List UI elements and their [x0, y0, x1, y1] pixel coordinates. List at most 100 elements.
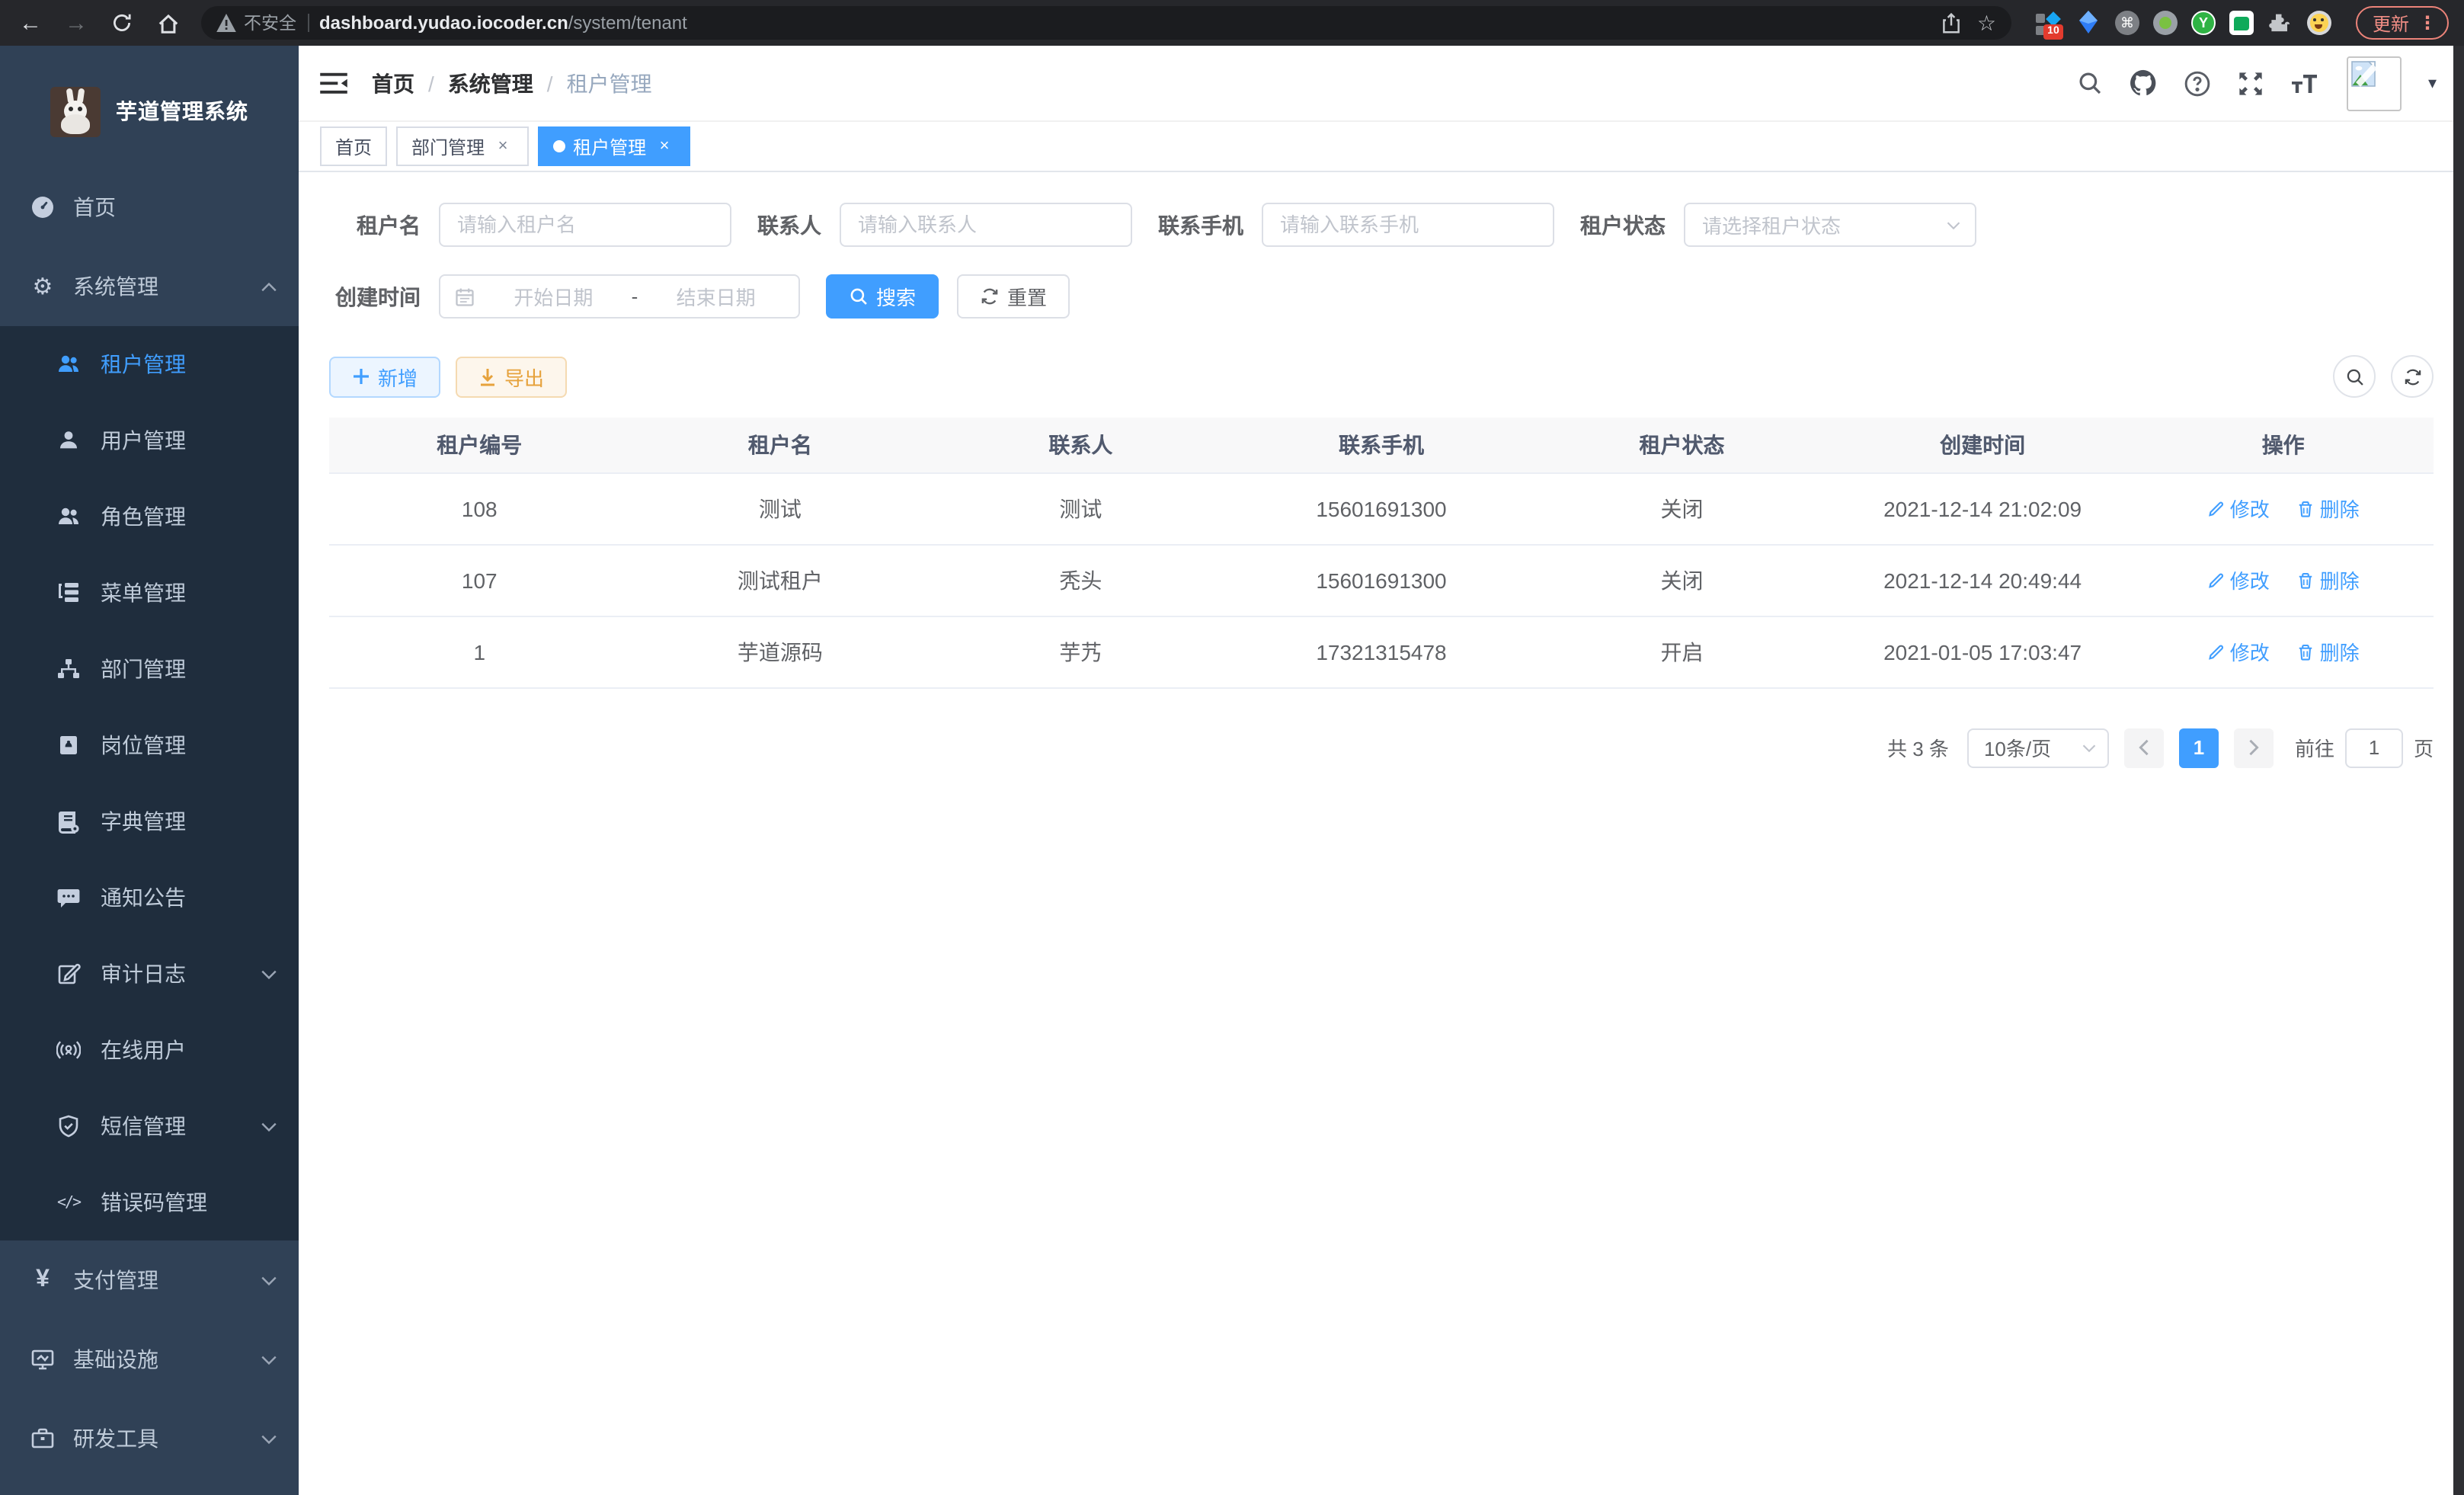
users-icon — [56, 504, 81, 529]
post-badge-icon — [56, 733, 81, 757]
edit-link[interactable]: 修改 — [2207, 565, 2270, 594]
online-signal-icon — [56, 1038, 81, 1062]
sidebar-item-menu[interactable]: 菜单管理 — [0, 555, 299, 631]
chevron-right-icon — [2248, 739, 2260, 756]
omnibox-divider — [307, 14, 309, 32]
gear-icon: ⚙ — [30, 274, 55, 299]
cell-actions: 修改 删除 — [2133, 544, 2434, 616]
sidebar-item-tenant[interactable]: 租户管理 — [0, 326, 299, 402]
tenant-name-input[interactable] — [439, 203, 731, 247]
export-button-label: 导出 — [504, 362, 544, 391]
tag-label: 租户管理 — [573, 133, 646, 159]
avatar[interactable] — [2347, 56, 2402, 110]
sidebar-item-pay[interactable]: ¥ 支付管理 — [0, 1240, 299, 1320]
tag-dept[interactable]: 部门管理 × — [396, 126, 529, 166]
extension-dot-icon[interactable] — [2153, 11, 2178, 35]
y-glyph: Y — [2199, 15, 2208, 30]
next-page-button[interactable] — [2234, 728, 2274, 767]
sidebar-item-home[interactable]: 首页 — [0, 168, 299, 247]
bookmark-star-icon[interactable]: ☆ — [1977, 10, 1996, 36]
close-icon[interactable]: × — [492, 136, 514, 157]
font-size-icon[interactable] — [2291, 71, 2322, 95]
tenant-status-select[interactable]: 请选择租户状态 — [1684, 203, 1976, 247]
tag-home[interactable]: 首页 — [320, 126, 387, 166]
edit-link[interactable]: 修改 — [2207, 637, 2270, 666]
filter-mobile: 联系手机 — [1158, 203, 1554, 247]
sidebar-item-notice[interactable]: 通知公告 — [0, 860, 299, 936]
help-icon[interactable] — [2184, 69, 2212, 97]
more-vert-icon[interactable]: ⋮ — [2418, 12, 2437, 34]
sidebar-collapse-button[interactable] — [320, 71, 347, 95]
browser-update-button[interactable]: 更新 ⋮ — [2356, 6, 2449, 40]
tree-menu-icon — [56, 581, 81, 605]
extensions-puzzle-icon[interactable] — [2267, 10, 2293, 36]
delete-link[interactable]: 删除 — [2297, 637, 2360, 666]
chevron-down-icon — [261, 1121, 277, 1132]
mobile-input[interactable] — [1262, 203, 1554, 247]
sidebar-item-post[interactable]: 岗位管理 — [0, 707, 299, 783]
breadcrumb-system[interactable]: 系统管理 — [448, 68, 533, 98]
show-search-toggle-button[interactable] — [2333, 355, 2376, 398]
search-button[interactable]: 搜索 — [826, 274, 939, 319]
sidebar-item-role[interactable]: 角色管理 — [0, 479, 299, 555]
extension-emoji-icon[interactable] — [2307, 11, 2331, 35]
filter-create-time: 创建时间 开始日期 - 结束日期 — [329, 274, 800, 319]
breadcrumb-home[interactable]: 首页 — [372, 68, 414, 98]
delete-link[interactable]: 删除 — [2297, 494, 2360, 523]
extension-kite-icon[interactable] — [2075, 10, 2101, 36]
close-icon[interactable]: × — [654, 136, 675, 157]
edit-link[interactable]: 修改 — [2207, 494, 2270, 523]
browser-back-button[interactable]: ← — [12, 5, 49, 41]
browser-home-button[interactable] — [149, 5, 186, 41]
address-bar[interactable]: 不安全 dashboard.yudao.iocoder.cn/system/te… — [201, 6, 2011, 40]
github-icon[interactable] — [2130, 69, 2158, 98]
reload-icon — [111, 12, 133, 34]
sidebar-item-sms[interactable]: 短信管理 — [0, 1088, 299, 1164]
delete-link[interactable]: 删除 — [2297, 565, 2360, 594]
sidebar-item-online-users[interactable]: 在线用户 — [0, 1012, 299, 1088]
header-search-icon[interactable] — [2078, 70, 2104, 96]
sidebar-item-dev-tools[interactable]: 研发工具 — [0, 1399, 299, 1478]
sidebar-item-dict[interactable]: 字典管理 — [0, 783, 299, 860]
caret-down-icon[interactable]: ▾ — [2428, 73, 2437, 93]
extension-y-icon[interactable]: Y — [2191, 11, 2216, 35]
sidebar-item-infra[interactable]: 基础设施 — [0, 1320, 299, 1399]
share-icon[interactable] — [1942, 12, 1962, 34]
sidebar-item-label: 错误码管理 — [101, 1187, 277, 1218]
dictionary-icon — [56, 809, 81, 834]
chevron-down-icon — [1946, 220, 1961, 229]
search-icon — [2344, 367, 2364, 386]
goto-page-input[interactable] — [2345, 728, 2403, 767]
cell-mobile: 15601691300 — [1231, 544, 1532, 616]
sidebar-item-user[interactable]: 用户管理 — [0, 402, 299, 479]
contact-input[interactable] — [840, 203, 1132, 247]
extension-command-icon[interactable]: ⌘ — [2115, 11, 2139, 35]
create-time-range-picker[interactable]: 开始日期 - 结束日期 — [439, 274, 800, 319]
add-button[interactable]: 新增 — [329, 356, 440, 397]
edit-icon — [2207, 571, 2226, 589]
sidebar-item-audit-log[interactable]: 审计日志 — [0, 936, 299, 1012]
sidebar-item-dept[interactable]: 部门管理 — [0, 631, 299, 707]
chevron-down-icon — [261, 1275, 277, 1285]
tag-tenant-active[interactable]: 租户管理 × — [538, 126, 690, 166]
sidebar-item-system[interactable]: ⚙ 系统管理 — [0, 247, 299, 326]
reset-button[interactable]: 重置 — [957, 274, 1070, 319]
browser-reload-button[interactable] — [104, 5, 140, 41]
sidebar-item-error-code[interactable]: </> 错误码管理 — [0, 1164, 299, 1240]
sidebar-logo[interactable]: 芋道管理系统 — [0, 46, 299, 168]
page-size-select[interactable]: 10条/页 — [1967, 728, 2109, 767]
extension-diamond-icon[interactable]: 10 — [2036, 10, 2062, 36]
browser-forward-button[interactable]: → — [58, 5, 94, 41]
fullscreen-icon[interactable] — [2238, 69, 2265, 97]
refresh-table-button[interactable] — [2391, 355, 2434, 398]
search-button-label: 搜索 — [876, 282, 916, 311]
page-number-1[interactable]: 1 — [2179, 728, 2219, 767]
breadcrumb-separator: / — [547, 71, 553, 95]
end-date-placeholder: 结束日期 — [647, 282, 785, 311]
prev-page-button[interactable] — [2124, 728, 2164, 767]
extension-chat-icon[interactable] — [2229, 11, 2254, 35]
date-separator: - — [632, 285, 638, 308]
security-chip[interactable]: 不安全 — [216, 11, 296, 35]
cell-status: 关闭 — [1531, 544, 1832, 616]
export-button[interactable]: 导出 — [456, 356, 567, 397]
